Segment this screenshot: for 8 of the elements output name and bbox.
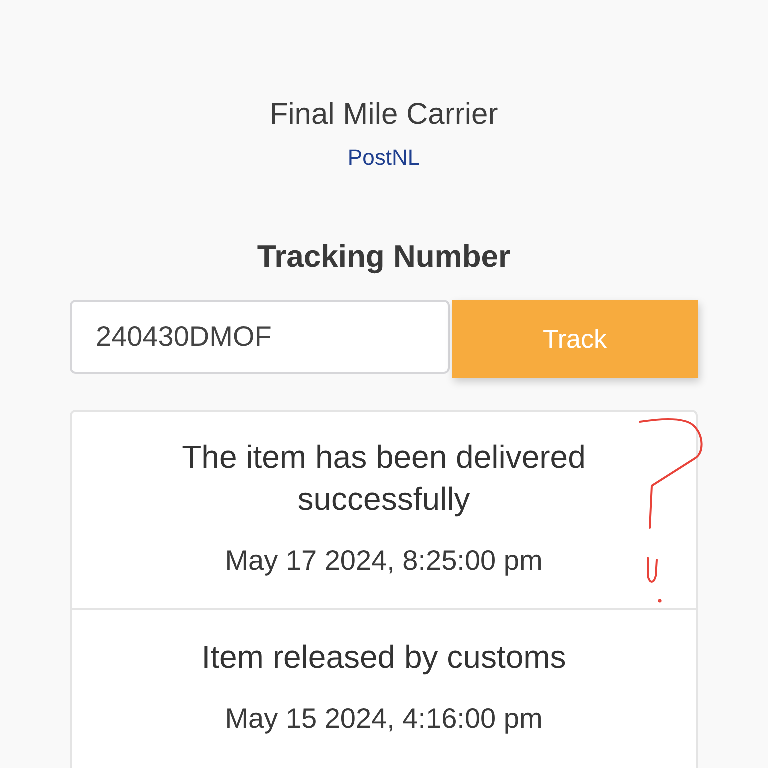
event-time: May 15 2024, 4:16:00 pm xyxy=(225,702,543,736)
event-status: Item released by customs xyxy=(202,638,566,677)
carrier-link[interactable]: PostNL xyxy=(348,144,420,172)
event-status: The item has been delivered successfully xyxy=(181,438,587,519)
tracking-number-field[interactable]: 240430DMOF xyxy=(70,300,450,374)
carrier-label: Final Mile Carrier xyxy=(270,97,498,133)
event-time: May 17 2024, 8:25:00 pm xyxy=(225,544,543,578)
tracking-heading: Tracking Number xyxy=(257,238,511,276)
